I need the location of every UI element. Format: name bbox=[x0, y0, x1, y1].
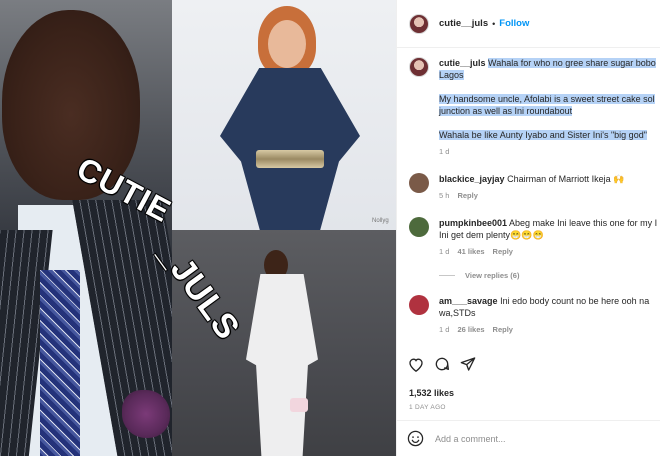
follow-button[interactable]: Follow bbox=[499, 18, 529, 29]
comment-text: Chairman of Marriott Ikeja 🙌 bbox=[507, 174, 625, 184]
caption: cutie__juls Wahala for who no gree share… bbox=[409, 57, 660, 156]
woman-jumpsuit bbox=[220, 68, 360, 230]
comment-avatar[interactable] bbox=[409, 173, 429, 193]
caption-line-3: My handsome uncle, Afolabi is a sweet st… bbox=[439, 94, 655, 104]
comment-text: Ini edo body count no be here ooh na bbox=[500, 296, 650, 306]
woman2-bag bbox=[290, 398, 308, 412]
woman-belt bbox=[256, 150, 324, 168]
photo-woman-white-suit bbox=[172, 230, 396, 456]
comment-text-cont: wa,STDs bbox=[439, 308, 476, 318]
photo-man-in-suit bbox=[0, 0, 172, 456]
caption-line-2: Lagos bbox=[439, 70, 464, 80]
man-tie bbox=[40, 270, 80, 456]
post-header: cutie__juls • Follow bbox=[397, 0, 660, 48]
comment-username[interactable]: am___savage bbox=[439, 296, 498, 306]
caption-line-4: junction as well as Ini roundabout bbox=[439, 106, 573, 116]
likes-count[interactable]: 1,532 likes bbox=[409, 388, 454, 398]
add-comment-input[interactable] bbox=[435, 433, 635, 444]
comment-likes[interactable]: 41 likes bbox=[457, 247, 484, 256]
post-image[interactable]: Nollyg CUTIE _JULS bbox=[0, 0, 396, 456]
view-replies-label: View replies (6) bbox=[465, 271, 520, 280]
caption-username[interactable]: cutie__juls bbox=[439, 58, 486, 68]
comment-avatar[interactable] bbox=[409, 295, 429, 315]
comment-time[interactable]: 5 h bbox=[439, 191, 449, 200]
comment-text-cont: Ini get dem plenty😁😁😁 bbox=[439, 230, 544, 240]
author-username[interactable]: cutie__juls bbox=[439, 18, 488, 29]
comment-time[interactable]: 1 d bbox=[439, 247, 449, 256]
comment-username[interactable]: blackice_jayjay bbox=[439, 174, 505, 184]
comment-username[interactable]: pumpkinbee001 bbox=[439, 218, 507, 228]
photo-woman-blue-jumpsuit: Nollyg bbox=[172, 0, 396, 230]
caption-avatar[interactable] bbox=[409, 57, 429, 77]
comment-avatar[interactable] bbox=[409, 217, 429, 237]
add-comment-bar bbox=[397, 420, 660, 456]
author-avatar[interactable] bbox=[409, 13, 429, 34]
action-bar bbox=[397, 355, 660, 373]
replies-divider bbox=[439, 275, 455, 276]
woman-face bbox=[268, 20, 306, 68]
reply-button[interactable]: Reply bbox=[457, 191, 477, 200]
post-side-panel: cutie__juls • Follow cutie__juls Wahala … bbox=[396, 0, 660, 456]
photo-tag: Nollyg bbox=[372, 218, 389, 224]
caption-time[interactable]: 1 d bbox=[439, 147, 449, 156]
comment-likes[interactable]: 26 likes bbox=[457, 325, 484, 334]
posted-ago[interactable]: 1 DAY AGO bbox=[409, 404, 446, 411]
comment: blackice_jayjay Chairman of Marriott Ike… bbox=[409, 173, 660, 200]
caption-line-1: Wahala for who no gree share sugar bobo bbox=[488, 58, 656, 68]
woman2-suit bbox=[246, 274, 318, 456]
comment-time[interactable]: 1 d bbox=[439, 325, 449, 334]
heart-icon[interactable] bbox=[407, 355, 425, 373]
emoji-icon[interactable] bbox=[407, 430, 425, 448]
reply-button[interactable]: Reply bbox=[493, 325, 513, 334]
comment-text: Abeg make Ini leave this one for my I bbox=[509, 218, 658, 228]
comment: pumpkinbee001 Abeg make Ini leave this o… bbox=[409, 217, 660, 256]
share-icon[interactable] bbox=[459, 355, 477, 373]
comment: am___savage Ini edo body count no be her… bbox=[409, 295, 660, 334]
comments-list[interactable]: cutie__juls Wahala for who no gree share… bbox=[397, 49, 660, 349]
caption-line-5: Wahala be like Aunty Iyabo and Sister In… bbox=[439, 130, 647, 140]
reply-button[interactable]: Reply bbox=[493, 247, 513, 256]
comment-icon[interactable] bbox=[433, 355, 451, 373]
header-separator: • bbox=[492, 18, 496, 29]
pocket-square bbox=[122, 390, 170, 438]
view-replies-button[interactable]: View replies (6) bbox=[439, 271, 519, 280]
